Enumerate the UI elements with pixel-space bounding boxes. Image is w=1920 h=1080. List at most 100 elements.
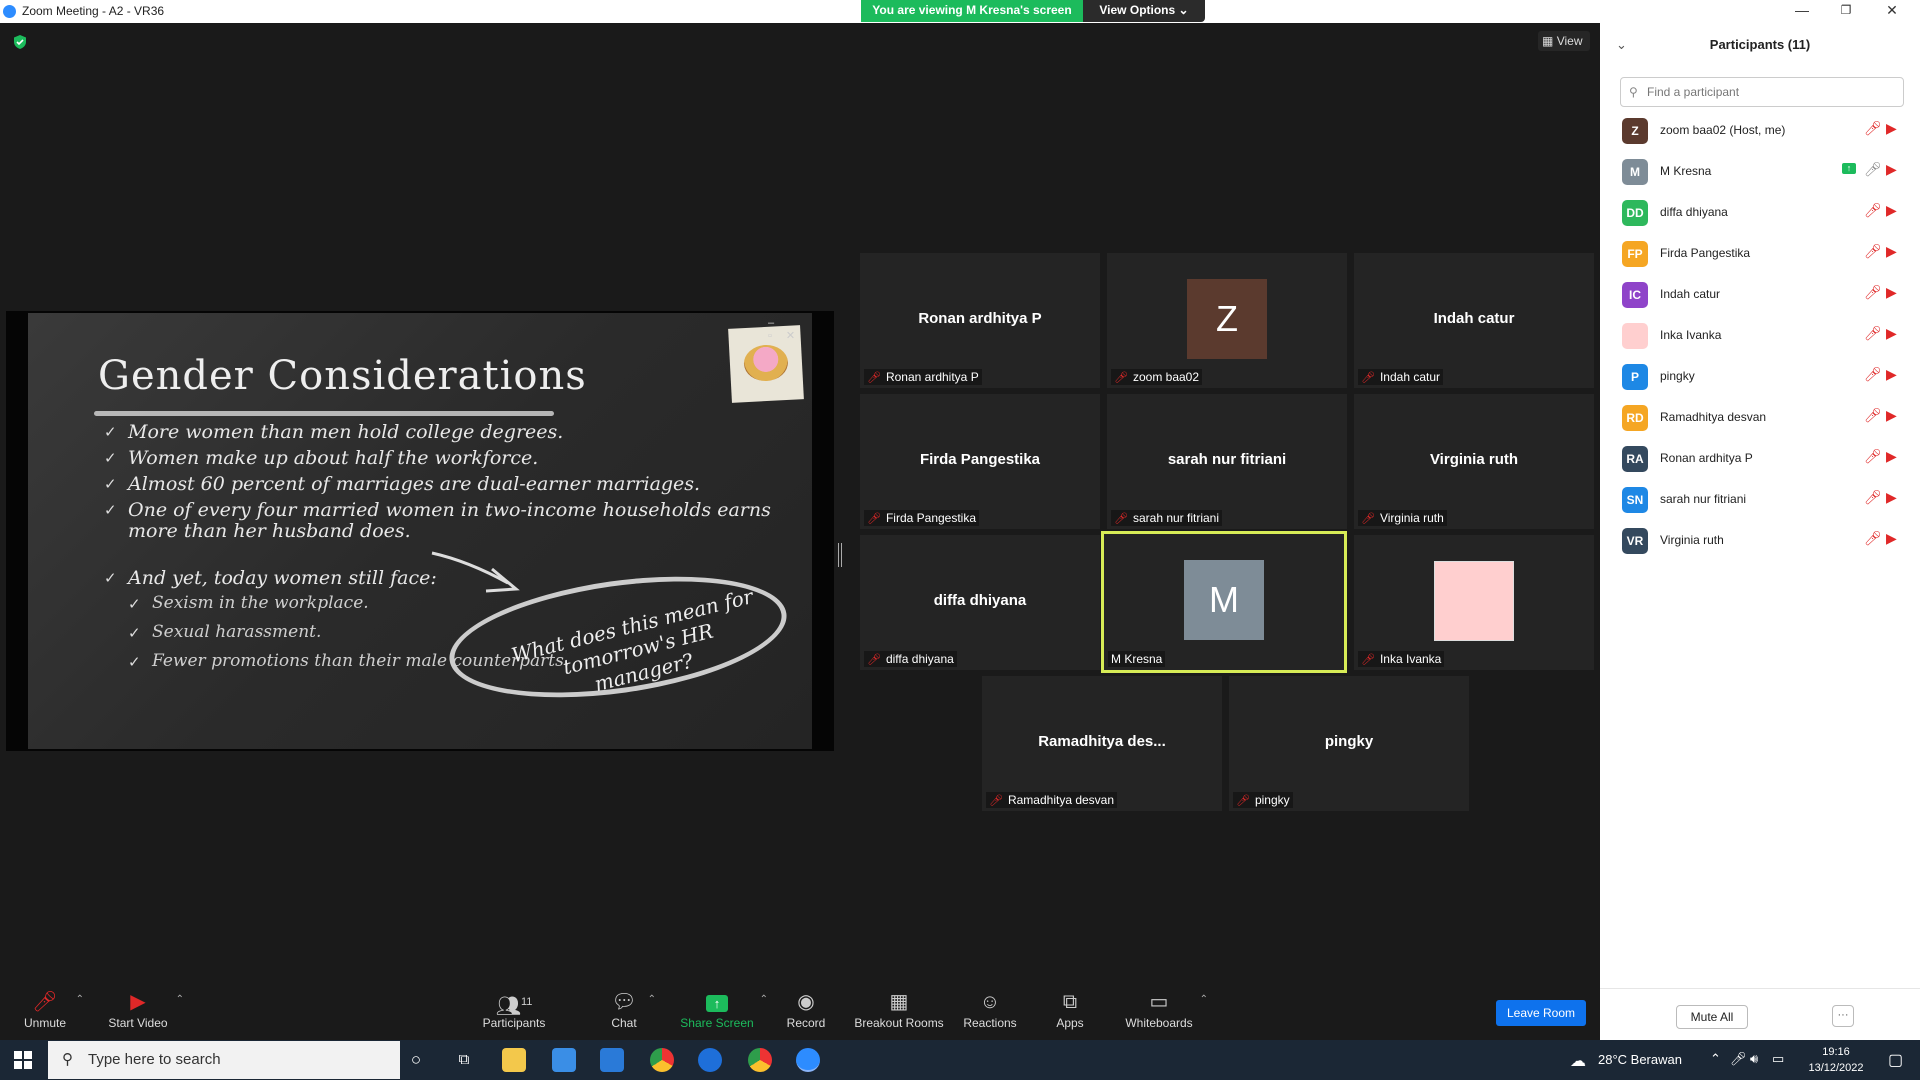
slide-bullet: More women than men hold college degrees…: [128, 421, 564, 443]
participant-row[interactable]: SN sarah nur fitriani 🎤︎ ▶︎: [1600, 479, 1920, 520]
video-off-icon: ▶︎: [1886, 530, 1897, 546]
minimize-button[interactable]: —: [1780, 0, 1824, 22]
network-icon[interactable]: ▭: [1772, 1051, 1784, 1067]
volume-icon[interactable]: 🔊︎: [1750, 1051, 1758, 1067]
participant-row[interactable]: RA Ronan ardhitya P 🎤︎ ▶︎: [1600, 438, 1920, 479]
mute-all-button[interactable]: Mute All: [1676, 1005, 1748, 1029]
breakout-rooms-button[interactable]: ▦ Breakout Rooms: [854, 988, 944, 1040]
split-resize-handle[interactable]: [838, 543, 842, 567]
share-screen-button[interactable]: ↑ Share Screen ⌃: [680, 988, 768, 1040]
video-tile[interactable]: Virginia ruth 🎤︎ Virginia ruth: [1354, 394, 1594, 529]
tile-name: Inka Ivanka: [1379, 652, 1442, 666]
task-view-icon[interactable]: ⧉: [452, 1048, 476, 1072]
chrome-profile-icon[interactable]: [748, 1048, 772, 1072]
video-tile[interactable]: sarah nur fitriani 🎤︎ sarah nur fitriani: [1107, 394, 1347, 529]
more-options-button[interactable]: ···: [1832, 1005, 1854, 1027]
video-tile[interactable]: Indah catur 🎤︎ Indah catur: [1354, 253, 1594, 388]
video-tile[interactable]: Firda Pangestika 🎤︎ Firda Pangestika: [860, 394, 1100, 529]
participant-row[interactable]: M M Kresna ↑ 🎤︎ ▶︎: [1600, 151, 1920, 192]
search-icon: ⚲: [62, 1051, 73, 1068]
tile-name: zoom baa02: [1132, 370, 1200, 384]
video-off-icon: ▶︎: [1886, 489, 1897, 505]
mic-icon[interactable]: 🎤︎: [1730, 1051, 1747, 1067]
video-tile[interactable]: 🎤︎ Inka Ivanka: [1354, 535, 1594, 670]
tile-name-label: 🎤︎ Inka Ivanka: [1358, 651, 1445, 667]
start-video-button[interactable]: ▶︎ Start Video ⌃: [106, 988, 184, 1040]
tile-name-label: 🎤︎ Firda Pangestika: [864, 510, 980, 526]
file-explorer-icon[interactable]: [502, 1048, 526, 1072]
view-options-label: View Options: [1099, 3, 1176, 17]
panel-footer: Mute All ···: [1600, 988, 1920, 1040]
weather-text[interactable]: 28°C Berawan: [1598, 1052, 1682, 1067]
video-tile[interactable]: Ramadhitya des... 🎤︎ Ramadhitya desvan: [982, 676, 1222, 811]
participant-avatar: FP: [1622, 241, 1648, 267]
chevron-up-icon[interactable]: ⌃: [1710, 1051, 1721, 1067]
tile-name-label: 🎤︎ sarah nur fitriani: [1111, 510, 1223, 526]
chevron-up-icon[interactable]: ⌃: [760, 994, 768, 1005]
chat-button[interactable]: 💬︎ Chat ⌃: [606, 988, 656, 1040]
participant-row[interactable]: IC Indah catur 🎤︎ ▶︎: [1600, 274, 1920, 315]
whiteboards-button[interactable]: ▭ Whiteboards ⌃: [1124, 988, 1208, 1040]
participants-button[interactable]: 👥︎11 Participants: [480, 988, 548, 1040]
mic-muted-icon: 🎤︎: [1864, 448, 1882, 464]
check-icon: ✓: [128, 625, 141, 642]
shared-screen[interactable]: Gender Considerations ✓ More women than …: [6, 311, 834, 751]
video-off-icon: ▶︎: [1886, 202, 1897, 218]
participant-avatar: RD: [1622, 405, 1648, 431]
view-button[interactable]: ▦ View: [1538, 31, 1590, 51]
participant-search-input[interactable]: ⚲ Find a participant: [1620, 77, 1904, 107]
slide-sub-bullet: Sexual harassment.: [152, 622, 322, 642]
unmute-label: Unmute: [23, 1016, 67, 1030]
mic-muted-icon: 🎤︎: [1864, 407, 1882, 423]
video-off-icon: ▶︎: [1886, 407, 1897, 423]
participant-row[interactable]: FP Firda Pangestika 🎤︎ ▶︎: [1600, 233, 1920, 274]
chevron-up-icon[interactable]: ⌃: [648, 994, 656, 1005]
restore-button[interactable]: ❐: [1824, 0, 1868, 22]
teamviewer-icon[interactable]: [698, 1048, 722, 1072]
chevron-up-icon[interactable]: ⌃: [76, 994, 84, 1005]
tile-name-label: M Kresna: [1108, 651, 1166, 667]
chevron-up-icon[interactable]: ⌃: [1200, 994, 1208, 1005]
slide-window-controls[interactable]: –▫✕: [768, 317, 812, 342]
windows-start-icon[interactable]: [14, 1051, 32, 1069]
video-tile[interactable]: pingky 🎤︎ pingky: [1229, 676, 1469, 811]
participant-avatar: P: [1622, 364, 1648, 390]
notifications-icon[interactable]: ▢: [1888, 1050, 1903, 1070]
record-button[interactable]: ◉ Record: [786, 988, 826, 1040]
slide-bullet: Almost 60 percent of marriages are dual-…: [128, 473, 701, 495]
participants-panel: ⌄ Participants (11) ⚲ Find a participant…: [1600, 23, 1920, 1040]
chevron-up-icon[interactable]: ⌃: [176, 994, 184, 1005]
unmute-button[interactable]: 🎤︎ Unmute ⌃: [20, 988, 84, 1040]
video-tile[interactable]: Ronan ardhitya P 🎤︎ Ronan ardhitya P: [860, 253, 1100, 388]
video-off-icon: ▶︎: [130, 991, 146, 1013]
microsoft-store-icon[interactable]: [552, 1048, 576, 1072]
taskbar-clock[interactable]: 19:16 13/12/2022: [1796, 1044, 1876, 1076]
chrome-icon[interactable]: [650, 1048, 674, 1072]
mail-icon[interactable]: [600, 1048, 624, 1072]
participant-row[interactable]: VR Virginia ruth 🎤︎ ▶︎: [1600, 520, 1920, 561]
video-tile-active-speaker[interactable]: M M Kresna: [1101, 531, 1347, 673]
participant-avatar: RA: [1622, 446, 1648, 472]
slide-sub-bullet: Sexism in the workplace.: [152, 593, 369, 613]
view-options-button[interactable]: View Options ⌄: [1083, 0, 1205, 22]
participant-row[interactable]: P pingky 🎤︎ ▶︎: [1600, 356, 1920, 397]
taskbar-search-input[interactable]: ⚲ Type here to search: [48, 1041, 400, 1079]
reactions-button[interactable]: ☺ Reactions: [962, 988, 1018, 1040]
participant-row[interactable]: Inka Ivanka 🎤︎ ▶︎: [1600, 315, 1920, 356]
participant-row[interactable]: DD diffa dhiyana 🎤︎ ▶︎: [1600, 192, 1920, 233]
video-tile[interactable]: Z 🎤︎ zoom baa02: [1107, 253, 1347, 388]
mic-muted-icon: 🎤︎: [867, 654, 881, 666]
mic-muted-icon: 🎤︎: [1864, 489, 1882, 505]
leave-room-button[interactable]: Leave Room: [1496, 1000, 1586, 1026]
tile-name-label: 🎤︎ pingky: [1233, 792, 1293, 808]
close-button[interactable]: ✕: [1870, 0, 1914, 22]
participant-name: Inka Ivanka: [1660, 328, 1722, 342]
meeting-toolbar: 🎤︎ Unmute ⌃ ▶︎ Start Video ⌃ 👥︎11 Partic…: [0, 988, 1600, 1040]
cortana-icon[interactable]: ○: [404, 1048, 428, 1072]
participant-row[interactable]: Z zoom baa02 (Host, me) 🎤︎ ▶︎: [1600, 110, 1920, 151]
grid-icon: ▦: [1542, 34, 1554, 48]
video-tile[interactable]: diffa dhiyana 🎤︎ diffa dhiyana: [860, 535, 1100, 670]
participant-row[interactable]: RD Ramadhitya desvan 🎤︎ ▶︎: [1600, 397, 1920, 438]
zoom-taskbar-icon[interactable]: [796, 1048, 820, 1072]
apps-button[interactable]: ⧉ Apps: [1054, 988, 1086, 1040]
